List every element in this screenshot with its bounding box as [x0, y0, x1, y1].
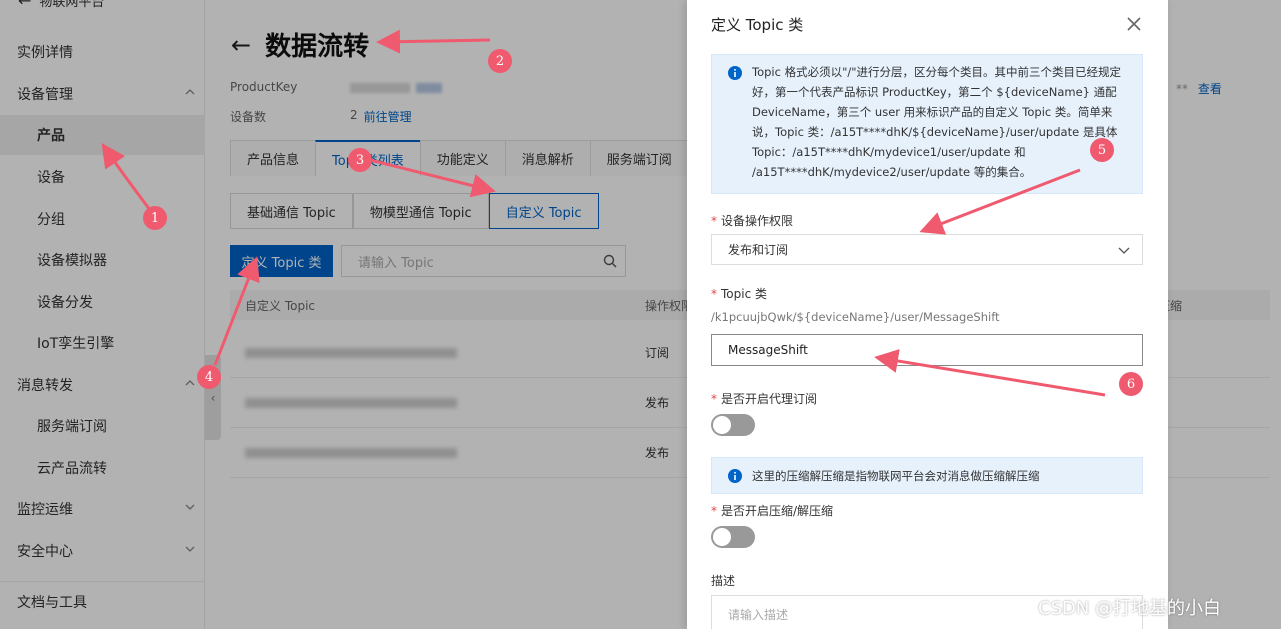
proxy-label-text: 是否开启代理订阅	[721, 392, 818, 406]
topic-label-text: Topic 类	[721, 287, 767, 301]
watermark: CSDN @打地基的小白	[1038, 598, 1222, 619]
info-text: 这里的压缩解压缩是指物联网平台会对消息做压缩解压缩	[752, 469, 1040, 483]
topic-input[interactable]: MessageShift	[711, 334, 1143, 366]
topic-format-info: Topic 格式必须以"/"进行分层，区分每个类目。其中前三个类目已经规定好，第…	[711, 54, 1143, 194]
chevron-down-icon	[1118, 247, 1130, 254]
drawer-title: 定义 Topic 类	[711, 16, 804, 34]
annotation-badge-5: 5	[1090, 138, 1114, 162]
description-label: 描述	[711, 574, 736, 588]
description-placeholder: 请输入描述	[728, 608, 789, 622]
toggle-knob	[713, 416, 731, 434]
info-icon	[728, 469, 742, 483]
compress-info: 这里的压缩解压缩是指物联网平台会对消息做压缩解压缩	[711, 457, 1143, 494]
permission-select-value: 发布和订阅	[728, 243, 789, 257]
close-icon[interactable]	[1125, 15, 1143, 33]
perm-label: * 设备操作权限	[711, 214, 794, 228]
compress-label: * 是否开启压缩/解压缩	[711, 504, 834, 518]
info-text: Topic 格式必须以"/"进行分层，区分每个类目。其中前三个类目已经规定好，第…	[752, 65, 1122, 179]
perm-label-text: 设备操作权限	[721, 214, 794, 228]
annotation-badge-6: 6	[1119, 372, 1143, 396]
annotation-badge-3: 3	[348, 148, 372, 172]
topic-input-value: MessageShift	[728, 343, 808, 357]
annotation-badge-1: 1	[143, 206, 167, 230]
annotation-badge-4: 4	[197, 365, 221, 389]
topic-label: * Topic 类	[711, 287, 767, 301]
toggle-knob	[713, 528, 731, 546]
info-icon	[728, 66, 742, 80]
proxy-label: * 是否开启代理订阅	[711, 392, 818, 406]
compress-toggle[interactable]	[711, 526, 755, 548]
permission-select[interactable]: 发布和订阅	[711, 234, 1143, 265]
annotation-badge-2: 2	[488, 49, 512, 73]
proxy-subscription-toggle[interactable]	[711, 414, 755, 436]
compress-label-text: 是否开启压缩/解压缩	[721, 504, 834, 518]
define-topic-drawer: 定义 Topic 类 Topic 格式必须以"/"进行分层，区分每个类目。其中前…	[687, 0, 1168, 629]
topic-prefix-hint: /k1pcuujbQwk/${deviceName}/user/MessageS…	[711, 310, 1000, 324]
